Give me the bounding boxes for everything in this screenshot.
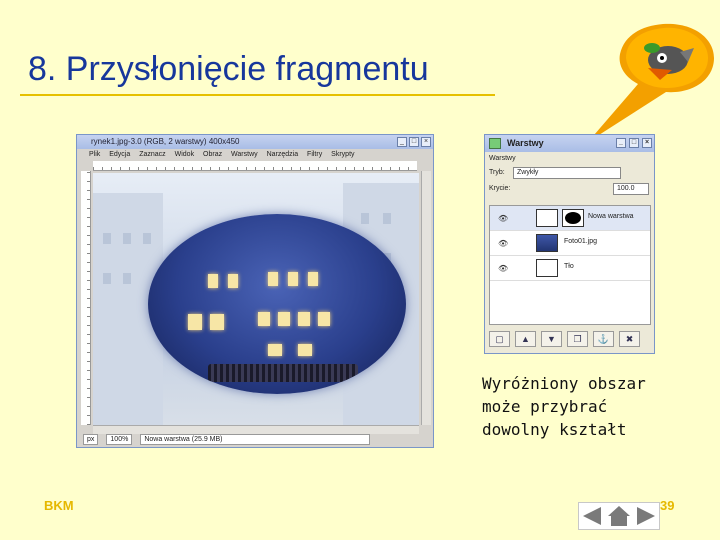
lower-icon[interactable]: ▼ — [541, 331, 562, 347]
menu-view[interactable]: Widok — [175, 151, 194, 158]
status-info: Nowa warstwa (25.9 MB) — [140, 434, 371, 445]
layer-name: Nowa warstwa — [588, 213, 634, 220]
layer-thumbnail — [536, 259, 558, 277]
image-window-title: rynek1.jpg-3.0 (RGB, 2 warstwy) 400x450 — [91, 137, 240, 146]
mode-select[interactable]: Zwykły — [513, 167, 621, 179]
highlighted-ellipse-area — [148, 214, 406, 394]
layers-window-icon — [489, 138, 501, 149]
horizontal-ruler[interactable] — [93, 161, 417, 171]
mode-row: Tryb: Zwykły — [485, 166, 654, 180]
image-menubar: Plik Edycja Zaznacz Widok Obraz Warstwy … — [77, 149, 433, 160]
caption-line: Wyróżniony obszar — [482, 374, 646, 393]
image-window: rynek1.jpg-3.0 (RGB, 2 warstwy) 400x450 … — [76, 134, 434, 448]
new-layer-icon[interactable]: ▢ — [489, 331, 510, 347]
vertical-ruler[interactable] — [81, 171, 91, 425]
zoom-select[interactable]: 100% — [106, 434, 133, 445]
image-window-titlebar: rynek1.jpg-3.0 (RGB, 2 warstwy) 400x450 … — [77, 135, 433, 149]
layer-name: Tło — [564, 263, 574, 270]
title-underline — [20, 94, 495, 96]
layer-row[interactable]: 👁 Tło — [490, 256, 650, 281]
eye-icon[interactable]: 👁 — [498, 264, 508, 273]
slide-title: 8. Przysłonięcie fragmentu — [28, 50, 429, 88]
menu-file[interactable]: Plik — [89, 151, 100, 158]
maximize-button[interactable]: □ — [409, 137, 419, 147]
raise-icon[interactable]: ▲ — [515, 331, 536, 347]
layers-close-button[interactable]: × — [642, 138, 652, 148]
close-button[interactable]: × — [421, 137, 431, 147]
unit-select[interactable]: px — [83, 434, 99, 445]
menu-select[interactable]: Zaznacz — [139, 151, 165, 158]
layers-titlebar: Warstwy _ □ × — [485, 135, 654, 152]
layers-dialog: Warstwy _ □ × Warstwy Tryb: Zwykły Kryci… — [484, 134, 655, 354]
delete-icon[interactable]: ✖ — [619, 331, 640, 347]
vertical-scrollbar[interactable] — [421, 171, 431, 425]
eye-icon[interactable]: 👁 — [498, 214, 508, 223]
slide-navigation — [578, 502, 660, 530]
caption-line: dowolny kształt — [482, 420, 627, 439]
duplicate-icon[interactable]: ❐ — [567, 331, 588, 347]
menu-tools[interactable]: Narzędzia — [267, 151, 299, 158]
layer-name: Foto01.jpg — [564, 238, 598, 245]
layer-list: 👁 Nowa warstwa 👁 Foto01.jpg 👁 Tło — [489, 205, 651, 325]
layer-row[interactable]: 👁 Nowa warstwa — [490, 206, 650, 231]
image-statusbar: px 100% Nowa warstwa (25.9 MB) — [77, 433, 433, 447]
layers-title: Warstwy — [507, 138, 544, 148]
menu-filters[interactable]: Filtry — [307, 151, 322, 158]
opacity-row: Krycie: 100.0 — [485, 182, 654, 196]
slide-caption: Wyróżniony obszar może przybrać dowolny … — [482, 372, 646, 441]
eye-icon[interactable]: 👁 — [498, 239, 508, 248]
minimize-button[interactable]: _ — [397, 137, 407, 147]
home-icon[interactable] — [607, 505, 631, 527]
prev-arrow-icon[interactable] — [581, 506, 603, 526]
layers-section-label: Warstwy — [489, 155, 516, 162]
layers-maximize-button[interactable]: □ — [629, 138, 639, 148]
menu-scripts[interactable]: Skrypty — [331, 151, 354, 158]
page-number: 39 — [660, 498, 675, 513]
layer-toolbar: ▢ ▲ ▼ ❐ ⚓ ✖ — [489, 331, 640, 349]
opacity-field[interactable]: 100.0 — [613, 183, 649, 195]
anchor-icon[interactable]: ⚓ — [593, 331, 614, 347]
image-canvas[interactable] — [93, 173, 419, 425]
gimp-mascot-icon — [588, 23, 714, 142]
menu-edit[interactable]: Edycja — [109, 151, 130, 158]
footer-author: BKM — [44, 498, 74, 513]
layers-minimize-button[interactable]: _ — [616, 138, 626, 148]
layer-row[interactable]: 👁 Foto01.jpg — [490, 231, 650, 256]
caption-line: może przybrać — [482, 397, 608, 416]
mode-label: Tryb: — [489, 169, 505, 176]
menu-layers[interactable]: Warstwy — [231, 151, 258, 158]
crowd — [208, 364, 358, 382]
opacity-label: Krycie: — [489, 185, 511, 192]
layer-thumbnail — [536, 234, 558, 252]
next-arrow-icon[interactable] — [635, 506, 657, 526]
menu-image[interactable]: Obraz — [203, 151, 222, 158]
layer-thumbnail — [536, 209, 558, 227]
layer-mask-thumbnail — [562, 209, 584, 227]
